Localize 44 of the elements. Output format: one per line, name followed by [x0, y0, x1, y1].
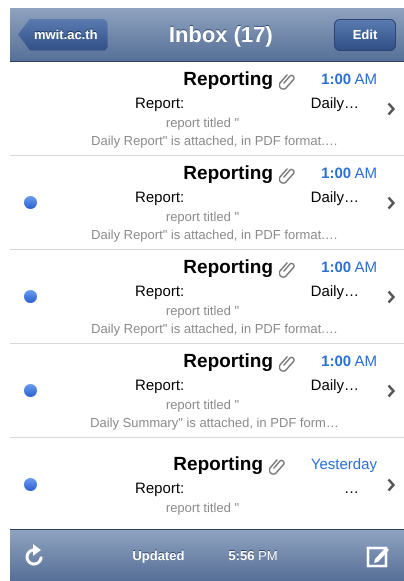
message-subject: Report: [135, 282, 184, 300]
message-subject: Report: [135, 376, 184, 394]
message-time: Yesterday [310, 455, 377, 476]
message-preview: report titled " [166, 500, 240, 514]
message-row[interactable]: Reporting 1:00 AM Report: Daily… report titled " Daily Report" is attached, in PDF format.… [10, 62, 404, 156]
message-preview: report titled " [166, 302, 240, 318]
message-time: 1:00 AM [320, 70, 377, 90]
back-button[interactable]: mwit.ac.th [18, 18, 108, 50]
chevron-icon [387, 478, 396, 492]
message-time: 1:00 AM [320, 164, 377, 184]
chevron-icon [387, 290, 396, 304]
sender-name: Reporting [183, 350, 273, 374]
window-title: Inbox (17) [168, 21, 273, 49]
message-subject: Report: [135, 94, 184, 112]
message-preview: Daily Report" is attached, in PDF format.… [91, 226, 338, 242]
message-preview: Daily Report" is attached, in PDF format.… [91, 132, 338, 148]
message-preview: report titled " [166, 396, 240, 412]
sender-name: Reporting [173, 453, 263, 478]
message-subject: Daily… [310, 376, 359, 394]
message-row[interactable]: Reporting 1:00 AM Report: Daily… report titled " Daily Report" is attached, in PDF format.… [10, 156, 404, 250]
sender-name: Reporting [183, 68, 273, 92]
message-subject: … [344, 478, 359, 498]
sender-name: Reporting [183, 162, 273, 186]
message-subject: Report: [135, 478, 184, 498]
status-text: Updated [132, 546, 184, 565]
edit-button[interactable]: Edit [334, 18, 396, 50]
message-preview: Daily Summary" is attached, in PDF form… [90, 414, 339, 430]
sender-name: Reporting [183, 256, 273, 280]
message-time: 1:00 AM [320, 352, 377, 372]
chevron-icon [387, 384, 396, 398]
message-subject: Daily… [310, 188, 359, 206]
message-subject: Daily… [310, 94, 359, 112]
message-subject: Report: [135, 188, 184, 206]
message-preview: report titled " [166, 208, 240, 224]
updated-time: 5:56 PM [228, 546, 278, 565]
message-row[interactable]: Reporting 1:00 AM Report: Daily… report titled " Daily Report" is attached, in PDF format.… [10, 250, 404, 344]
message-preview: Daily Report" is attached, in PDF format.… [91, 320, 338, 336]
refresh-icon[interactable] [24, 544, 44, 568]
message-subject: Daily… [310, 282, 359, 300]
message-time: 1:00 AM [320, 258, 377, 278]
message-row[interactable]: Reporting 1:00 AM Report: Daily… report titled " Daily Summary" is attached, in PDF form… [10, 344, 404, 438]
chevron-icon [387, 102, 396, 116]
chevron-icon [387, 196, 396, 210]
message-preview: report titled " [166, 114, 240, 130]
